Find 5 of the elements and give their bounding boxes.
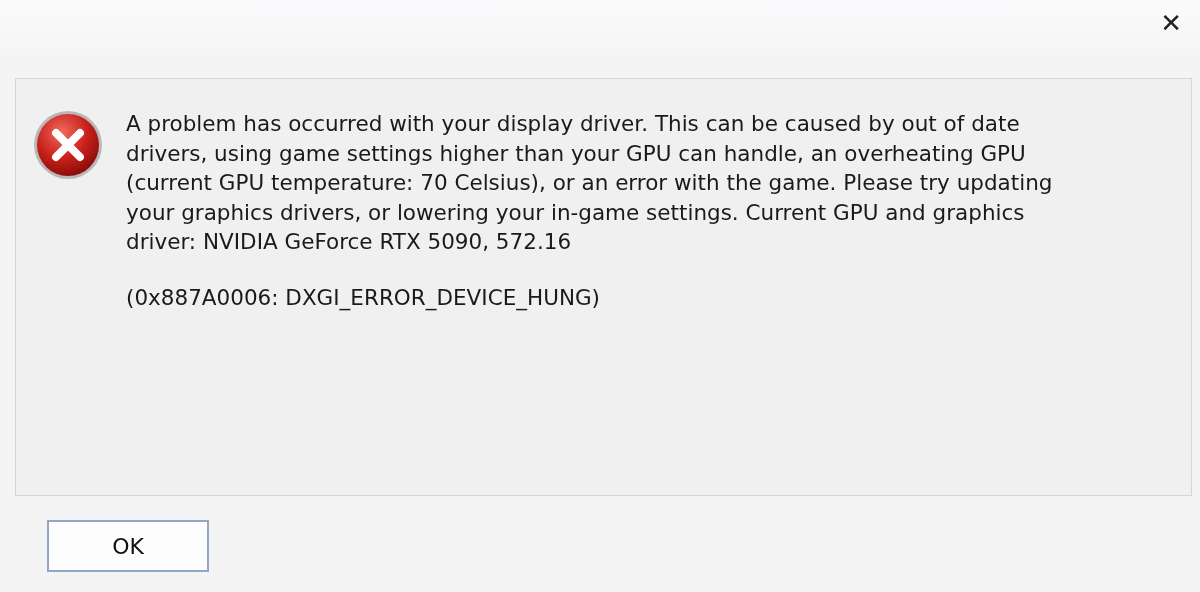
error-message: A problem has occurred with your display driver. This can be caused by out of date drivers, using game settings higher than your GPU can handle, an overheating GPU (current GPU temperature: 70 Celsius), or an error with the game. Please try updating your graphics drivers, or lowering your in-game settings. Current GPU and graphics driver: NVIDIA GeForce RTX 5090, 572.16 bbox=[126, 110, 1054, 256]
ok-button[interactable]: OK bbox=[47, 520, 209, 572]
error-code: (0x887A0006: DXGI_ERROR_DEVICE_HUNG) bbox=[126, 283, 601, 312]
close-button[interactable]: ✕ bbox=[1160, 0, 1200, 36]
error-icon bbox=[32, 109, 104, 181]
